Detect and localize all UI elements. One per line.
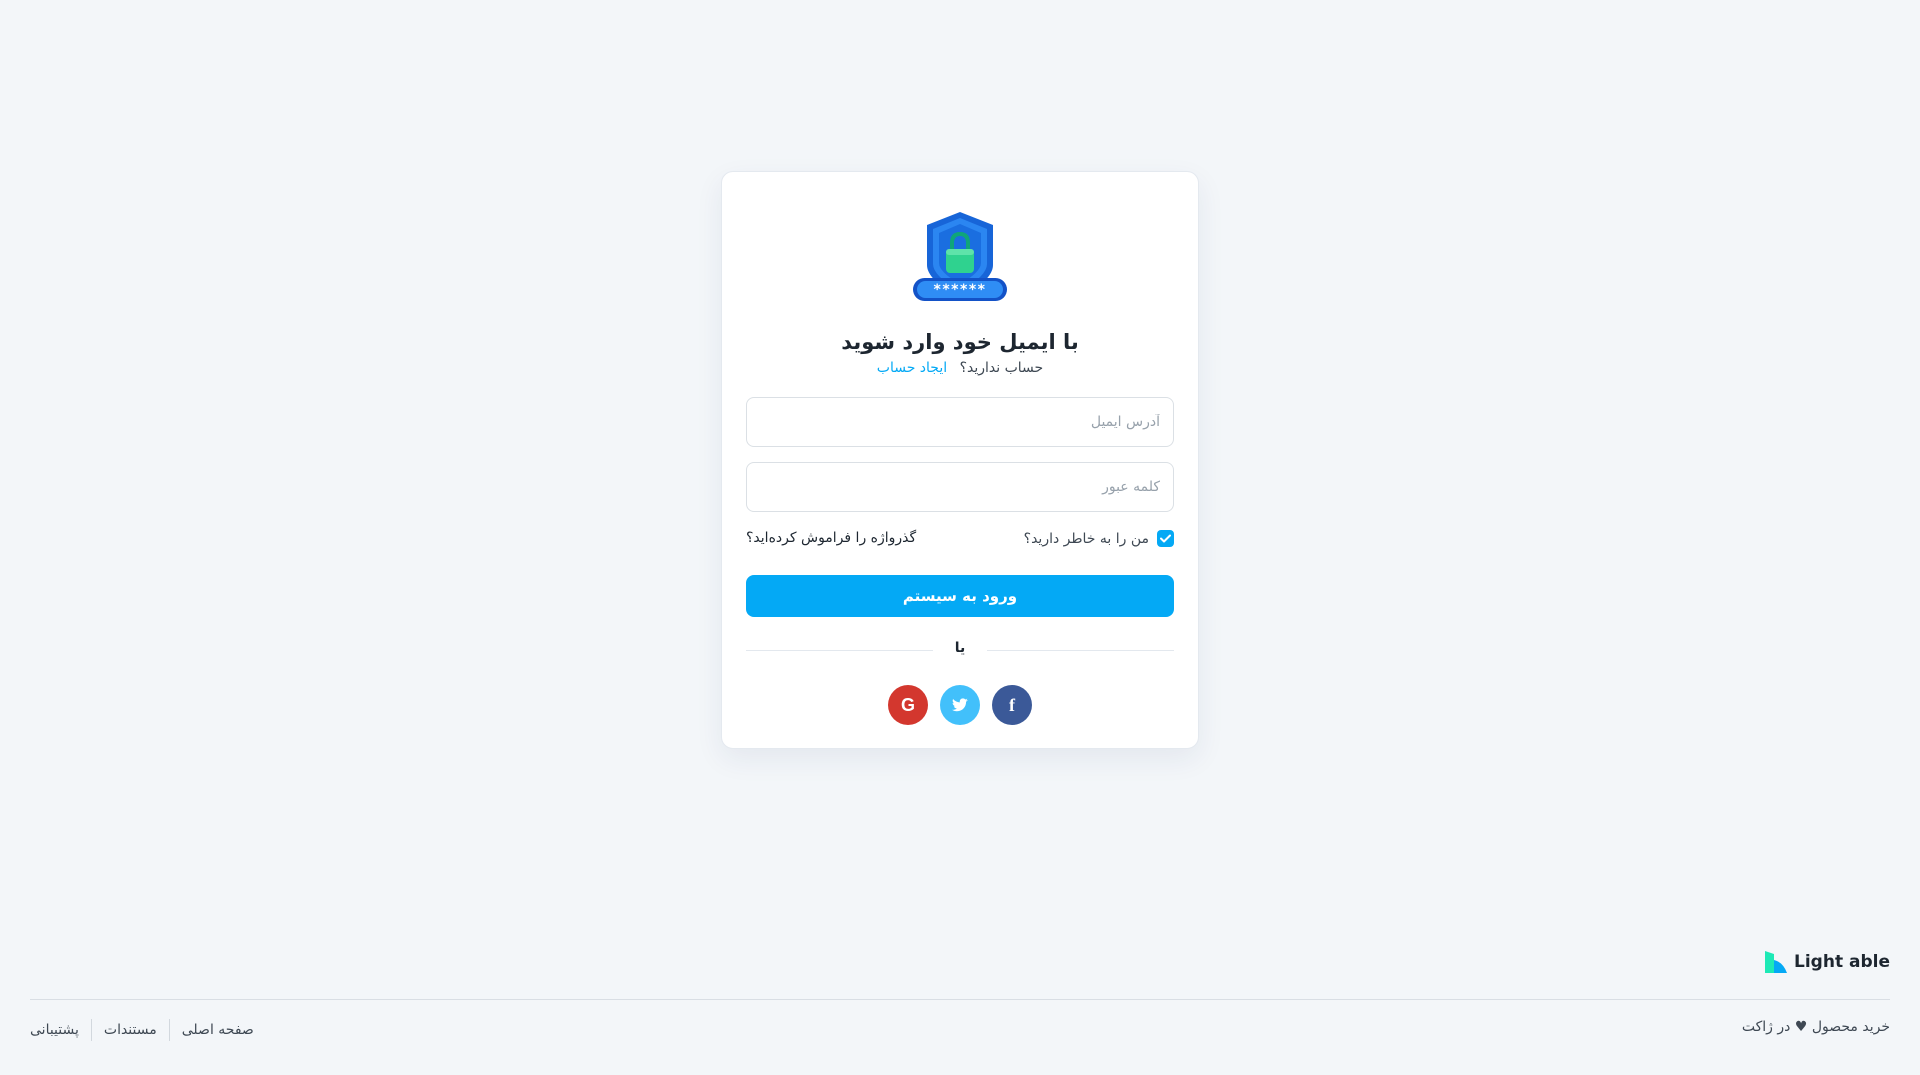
remember-me-label: من را به خاطر دارید؟ <box>1023 530 1149 547</box>
footer-links: پشتیبانی مستندات صفحه اصلی <box>30 1019 266 1041</box>
social-login: G f <box>722 685 1198 725</box>
brand-logo: Light able <box>1764 950 1890 974</box>
footer-credit: خرید محصول ♥ در ژاکت <box>1741 1019 1890 1035</box>
checkbox-checked-icon[interactable] <box>1157 530 1174 547</box>
forgot-password-link[interactable]: گذرواژه را فراموش کرده‌اید؟ <box>746 530 916 546</box>
security-illustration: ****** <box>722 208 1198 304</box>
brand-logo-icon <box>1765 951 1788 973</box>
create-account-link[interactable]: ایجاد حساب <box>877 360 947 376</box>
twitter-login-button[interactable] <box>940 685 980 725</box>
email-input[interactable] <box>746 397 1174 447</box>
google-icon: G <box>900 694 915 715</box>
svg-text:******: ****** <box>934 282 987 298</box>
shield-lock-icon: ****** <box>913 212 1007 301</box>
signup-prompt: حساب ندارید؟ ایجاد حساب <box>722 360 1198 376</box>
facebook-login-button[interactable]: f <box>992 685 1032 725</box>
password-input[interactable] <box>746 462 1174 512</box>
login-title: با ایمیل خود وارد شوید <box>841 330 1079 354</box>
facebook-icon: f <box>1009 694 1015 715</box>
login-button[interactable]: ورود به سیستم <box>746 575 1174 617</box>
footer-divider <box>30 999 1890 1000</box>
or-separator: یا <box>954 640 966 656</box>
twitter-icon <box>952 698 968 712</box>
brand-name: Light able <box>1794 952 1890 972</box>
footer-link-docs[interactable]: مستندات <box>92 1022 169 1038</box>
footer-link-support[interactable]: پشتیبانی <box>30 1022 91 1038</box>
footer-link-home[interactable]: صفحه اصلی <box>170 1022 266 1038</box>
no-account-text: حساب ندارید؟ <box>959 360 1044 376</box>
login-card: ****** با ایمیل خود وارد شوید حساب نداری… <box>721 171 1199 749</box>
remember-me-checkbox[interactable]: من را به خاطر دارید؟ <box>1024 530 1174 547</box>
google-login-button[interactable]: G <box>888 685 928 725</box>
